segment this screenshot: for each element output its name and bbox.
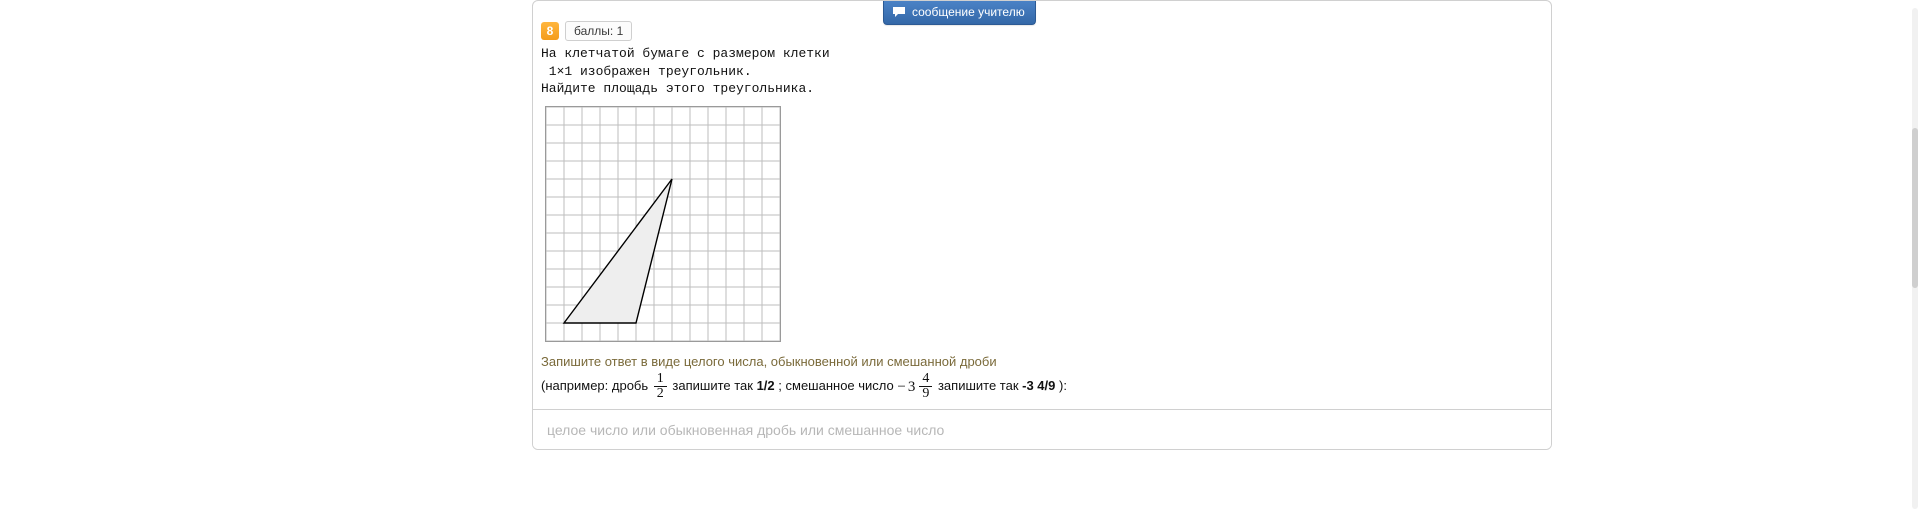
page-scrollbar-thumb[interactable] [1912, 128, 1918, 288]
mixed-number-neg-3-4-9: − 3 4 9 [897, 372, 934, 401]
speech-bubble-icon [892, 6, 906, 18]
hint-line-1: Запишите ответ в виде целого числа, обык… [541, 352, 1543, 373]
grid-triangle-figure [545, 106, 781, 342]
fraction-1-over-2: 1 2 [654, 372, 667, 401]
answer-input[interactable] [533, 409, 1551, 449]
task-number-badge: 8 [541, 22, 559, 40]
grid-svg [546, 107, 780, 341]
task-points-pill: баллы: 1 [565, 21, 632, 41]
hint-line-2: (например: дробь 1 2 запишите так 1/2 ; … [541, 372, 1543, 401]
answer-format-hint: Запишите ответ в виде целого числа, обык… [533, 346, 1551, 402]
page-scrollbar[interactable] [1912, 8, 1918, 509]
task-header-row: 8 баллы: 1 [533, 21, 1551, 41]
message-teacher-button[interactable]: сообщение учителю [883, 1, 1036, 25]
task-card: сообщение учителю 8 баллы: 1 На клетчато… [532, 0, 1552, 450]
message-teacher-label: сообщение учителю [912, 5, 1025, 19]
task-statement: На клетчатой бумаге с размером клетки 1×… [533, 41, 1551, 98]
